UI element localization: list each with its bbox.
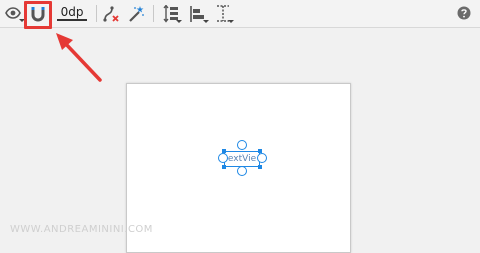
pointer-arrow xyxy=(56,33,102,82)
watermark-text: WWW.ANDREAMININI.COM xyxy=(10,224,153,235)
